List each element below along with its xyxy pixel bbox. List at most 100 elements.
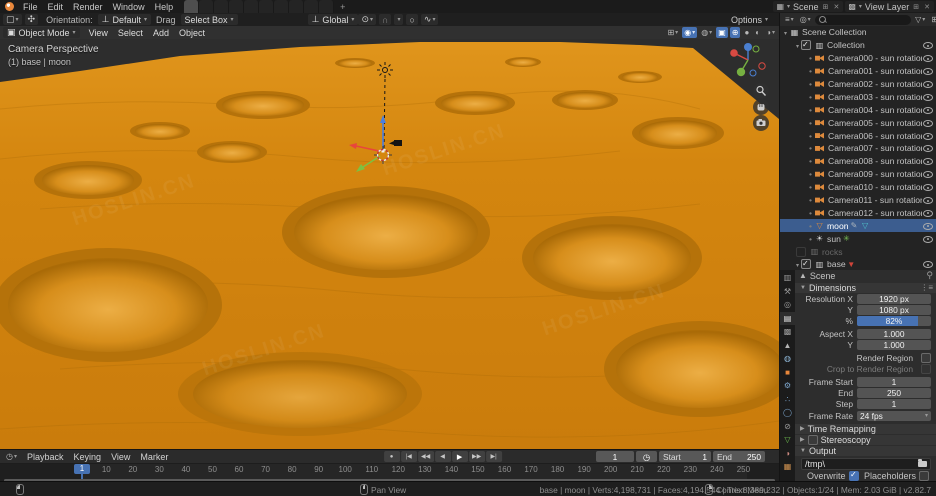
play-button[interactable]: ▶ — [452, 451, 468, 462]
blender-logo-icon[interactable] — [5, 2, 14, 11]
outliner-item-label[interactable]: Camera005 - sun rotation X0, Y77, Z270 — [828, 118, 922, 128]
xray-dropdown[interactable]: ◍▾ — [699, 27, 714, 38]
topbar-menu-item[interactable]: Render — [68, 2, 108, 12]
topbar-menu-item[interactable]: Edit — [43, 2, 69, 12]
eye-icon[interactable] — [922, 156, 934, 166]
eye-icon[interactable] — [922, 53, 934, 63]
timeline-menu-item[interactable]: Playback — [23, 452, 68, 462]
outliner-search-input[interactable] — [815, 15, 911, 25]
outliner-row[interactable]: Camera001 - sun rotation X0, Y77, Z300 — [780, 65, 936, 78]
outliner-row[interactable]: Collection — [780, 39, 936, 52]
eye-icon[interactable] — [922, 105, 934, 115]
options-dropdown[interactable]: Options▾ — [731, 15, 768, 25]
outliner-display-mode-select[interactable]: ≡▾ — [783, 14, 796, 25]
outliner-item-label[interactable]: Camera006 - sun rotation X0, Y77, Z350 — [828, 131, 922, 141]
auto-key-button[interactable]: ● — [384, 451, 400, 462]
outliner-row[interactable]: Camera011 - sun rotation X0, Y82, Z350 — [780, 194, 936, 207]
viewport-nav-buttons[interactable] — [753, 83, 769, 131]
tab-modifiers[interactable]: ⚙ — [780, 379, 795, 393]
workspace-tab[interactable] — [184, 0, 199, 13]
workspace-tab[interactable] — [289, 0, 304, 13]
toggle-xray-button[interactable]: ▣ — [716, 27, 728, 38]
frame-rate-select[interactable]: 24 fps▾ — [857, 411, 931, 421]
outliner-row[interactable]: Camera007 - sun rotation X0, Y77, Z90 — [780, 142, 936, 155]
aspect-x-field[interactable]: 1.000 — [857, 329, 931, 339]
play-reverse-button[interactable]: ◀ — [435, 451, 451, 462]
prev-keyframe-button[interactable]: ◀◀ — [418, 451, 434, 462]
collection-checkbox[interactable] — [801, 259, 811, 269]
show-overlays-toggle[interactable]: ◉▾ — [682, 27, 697, 38]
collection-checkbox[interactable] — [796, 247, 806, 257]
render-region-checkbox[interactable] — [921, 353, 931, 363]
outliner-filter-dropdown[interactable]: ▽▾ — [913, 14, 927, 25]
drag-select[interactable]: Select Box ▾ — [181, 14, 238, 25]
outliner-row[interactable]: sun — [780, 232, 936, 245]
panel-time-remapping-header[interactable]: ▶Time Remapping — [795, 424, 936, 434]
overwrite-checkbox[interactable] — [849, 471, 859, 481]
snap-toggle[interactable]: ∩ — [379, 14, 391, 25]
eye-icon[interactable] — [922, 259, 934, 269]
outliner-item-label[interactable]: Camera004 - sun rotation X0, Y77, Z200 — [828, 105, 922, 115]
outliner-row[interactable]: Camera006 - sun rotation X0, Y77, Z350 — [780, 129, 936, 142]
viewport-menu-item[interactable]: View — [84, 28, 113, 38]
tab-material[interactable]: ◑ — [780, 447, 795, 461]
tab-view-layer[interactable]: ▩ — [780, 325, 795, 339]
tab-physics[interactable]: ◯ — [780, 406, 795, 420]
outliner-item-label[interactable]: Camera003 - sun rotation X0, Y77, Z330 — [828, 92, 922, 102]
axis-z-neg-ball[interactable] — [750, 70, 756, 76]
aspect-y-field[interactable]: 1.000 — [857, 340, 931, 350]
tab-object-data[interactable]: ▽ — [780, 433, 795, 447]
cursor-tool-button[interactable]: ✣ — [25, 14, 39, 25]
unlink-scene-button[interactable]: ✕ — [832, 3, 840, 11]
workspace-tab[interactable] — [214, 0, 229, 13]
tab-render[interactable]: ◎ — [780, 298, 795, 312]
moon-terrain[interactable] — [0, 42, 779, 449]
outliner-item-label[interactable]: base — [827, 259, 846, 269]
breadcrumb-scene[interactable]: Scene — [810, 271, 836, 281]
topbar-menu-item[interactable]: Help — [150, 2, 179, 12]
outliner-item-label[interactable]: rocks — [822, 247, 843, 257]
axis-x-neg-ball[interactable] — [759, 63, 765, 69]
transform-space-select[interactable]: ⊥ Global ▾ — [308, 14, 359, 25]
eye-icon[interactable] — [922, 79, 934, 89]
timeline-editor-type-select[interactable]: ◷▾ — [4, 451, 19, 462]
eye-icon[interactable] — [922, 195, 934, 205]
tab-output[interactable]: ▤ — [780, 312, 795, 326]
eye-icon[interactable] — [922, 40, 934, 50]
shading-rendered-button[interactable]: ◑▾ — [764, 27, 777, 38]
editor-type-select[interactable]: ▥ — [780, 271, 795, 285]
presets-icon[interactable]: ⋮≡ — [920, 283, 933, 292]
outliner-item-label[interactable]: Camera001 - sun rotation X0, Y77, Z300 — [828, 66, 922, 76]
playhead-badge[interactable]: 1 — [74, 464, 90, 474]
panel-output-header[interactable]: ▼Output — [795, 446, 936, 456]
outliner-row[interactable]: Camera003 - sun rotation X0, Y77, Z330 — [780, 90, 936, 103]
proportional-editing-toggle[interactable]: ○ — [406, 14, 417, 25]
frame-start-range-field[interactable]: Start1 — [659, 451, 711, 462]
output-path-field[interactable]: /tmp\ — [801, 458, 931, 470]
next-keyframe-button[interactable]: ▶▶ — [469, 451, 485, 462]
outliner-row[interactable]: Camera004 - sun rotation X0, Y77, Z200 — [780, 103, 936, 116]
tab-particles[interactable]: ∴ — [780, 393, 795, 407]
pivot-point-select[interactable]: ⊙▾ — [358, 14, 376, 25]
pin-icon[interactable]: ⚲ — [926, 270, 933, 281]
eye-icon[interactable] — [922, 169, 934, 179]
tab-scene[interactable]: ▲ — [780, 339, 795, 353]
timeline-ruler[interactable]: 1020304050607080901001101201301401501601… — [0, 463, 779, 479]
placeholders-checkbox[interactable] — [919, 471, 929, 481]
outliner-row[interactable]: Camera005 - sun rotation X0, Y77, Z270 — [780, 116, 936, 129]
outliner-item-label[interactable]: sun — [827, 234, 841, 244]
workspace-tab[interactable] — [199, 0, 214, 13]
eye-icon[interactable] — [922, 118, 934, 128]
outliner-row[interactable]: Camera002 - sun rotation X0, Y77, Z300 — [780, 78, 936, 91]
show-gizmo-dropdown[interactable]: ⊞▾ — [665, 27, 680, 38]
orientation-select[interactable]: ⊥ Default ▾ — [98, 14, 151, 25]
viewport-menu-item[interactable]: Select — [113, 28, 148, 38]
outliner-row[interactable]: rocks — [780, 245, 936, 258]
frame-end-field[interactable]: 250 — [857, 388, 931, 398]
jump-to-end-button[interactable]: ▶| — [486, 451, 502, 462]
outliner-row[interactable]: Camera008 - sun rotation X0, Y77, Z20 — [780, 155, 936, 168]
resolution-x-field[interactable]: 1920 px — [857, 294, 931, 304]
axis-x-ball[interactable] — [730, 49, 738, 57]
tab-world[interactable]: ◍ — [780, 352, 795, 366]
eye-icon[interactable] — [922, 208, 934, 218]
